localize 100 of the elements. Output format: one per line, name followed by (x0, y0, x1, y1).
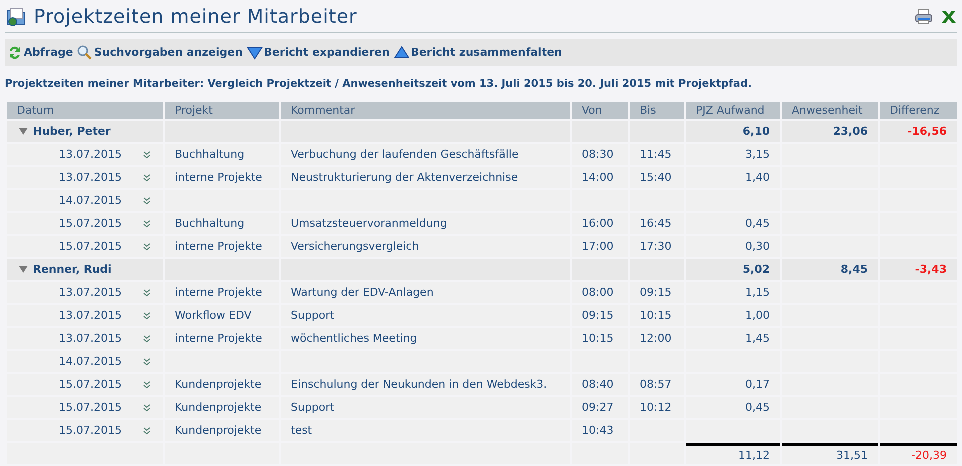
double-chevron-icon[interactable] (143, 150, 151, 158)
table-cell: Einschulung der Neukunden in den Webdesk3. (291, 378, 548, 391)
table-cell: Versicherungsvergleich (291, 240, 420, 253)
table-cell: wöchentliches Meeting (291, 332, 418, 345)
triangle-up-icon (394, 46, 410, 60)
table-cell: 8,45 (782, 259, 878, 280)
table-cell: 16:00 (582, 217, 614, 230)
triangle-down-icon[interactable] (19, 265, 28, 274)
double-chevron-icon[interactable] (143, 220, 151, 228)
folder-globe-icon (6, 7, 28, 27)
double-chevron-icon[interactable] (143, 288, 151, 296)
table-cell: -16,56 (880, 121, 957, 142)
toolbar-button[interactable]: Suchvorgaben anzeigen (77, 44, 243, 60)
double-chevron-icon[interactable] (143, 196, 151, 204)
table-cell: Buchhaltung (175, 217, 245, 230)
double-chevron-icon[interactable] (143, 358, 151, 366)
column-header: Datum (7, 102, 163, 119)
table-cell: test (291, 424, 312, 437)
table-cell: Support (291, 401, 334, 414)
double-chevron-icon[interactable] (143, 380, 151, 388)
table-cell: interne Projekte (175, 286, 262, 299)
table-cell: 0,17 (746, 378, 770, 391)
table-cell: 1,45 (746, 332, 770, 345)
table-cell: 1,40 (746, 171, 770, 184)
table-cell: Support (291, 309, 334, 322)
column-header: Bis (630, 102, 684, 119)
table-cell: Umsatzsteuervoranmeldung (291, 217, 448, 230)
employee-name: Huber, Peter (33, 124, 111, 138)
table-cell: interne Projekte (175, 332, 262, 345)
double-chevron-icon[interactable] (143, 426, 151, 434)
column-header: Von (572, 102, 628, 119)
double-chevron-icon[interactable] (143, 312, 151, 320)
table-cell: 09:15 (582, 309, 614, 322)
table-cell: 17:30 (640, 240, 672, 253)
table-cell: Kundenprojekte (175, 401, 262, 414)
date-text: 13.07.2015 (59, 148, 122, 161)
date-text: 14.07.2015 (59, 355, 122, 368)
double-chevron-icon[interactable] (143, 404, 151, 412)
table-cell: 11:45 (640, 148, 672, 161)
date-text: 15.07.2015 (59, 401, 122, 414)
table-cell: interne Projekte (175, 171, 262, 184)
triangle-down-icon[interactable] (19, 127, 28, 136)
printer-icon[interactable] (915, 9, 933, 25)
toolbar-button[interactable]: Bericht zusammenfalten (394, 46, 562, 60)
column-header: Anwesenheit (782, 102, 878, 119)
table-cell: 0,45 (746, 217, 770, 230)
date-text: 15.07.2015 (59, 378, 122, 391)
date-text: 15.07.2015 (59, 217, 122, 230)
date-text: 15.07.2015 (59, 240, 122, 253)
page-title: Projektzeiten meiner Mitarbeiter (34, 6, 358, 28)
date-text: 13.07.2015 (59, 286, 122, 299)
table-cell: 5,02 (686, 259, 780, 280)
total-cell: 31,51 (782, 443, 878, 464)
toolbar-button[interactable]: Abfrage (7, 44, 74, 60)
date-text: 15.07.2015 (59, 424, 122, 437)
refresh-arrows-icon (7, 44, 23, 60)
column-header: Kommentar (281, 102, 570, 119)
triangle-down-icon (246, 46, 263, 60)
table-cell: 3,15 (746, 148, 770, 161)
table-cell: Buchhaltung (175, 148, 245, 161)
table-cell: Neustrukturierung der Aktenverzeichnise (291, 171, 518, 184)
report-caption: Projektzeiten meiner Mitarbeiter: Vergleich Projektzeit / Anwesenheitszeit vom 13. Juli 2015 bis 20. Juli 2015 mit Projektpfad. (5, 78, 753, 90)
column-header: Projekt (165, 102, 279, 119)
toolbar-button[interactable]: Bericht expandieren (246, 46, 390, 60)
table-cell: interne Projekte (175, 240, 262, 253)
column-header: Differenz (880, 102, 957, 119)
table-cell: 10:15 (640, 309, 672, 322)
table-cell: 0,30 (746, 240, 770, 253)
double-chevron-icon[interactable] (143, 242, 151, 250)
table-cell: 6,10 (686, 121, 780, 142)
table-cell: 09:27 (582, 401, 614, 414)
date-text: 13.07.2015 (59, 332, 122, 345)
table-cell: 12:00 (640, 332, 672, 345)
table-cell: 23,06 (782, 121, 878, 142)
date-text: 13.07.2015 (59, 171, 122, 184)
table-cell: 1,00 (746, 309, 770, 322)
date-text: 14.07.2015 (59, 194, 122, 207)
employee-name: Renner, Rudi (33, 262, 112, 276)
table-cell: 10:12 (640, 401, 672, 414)
table-cell: 08:00 (582, 286, 614, 299)
table-cell: 1,15 (746, 286, 770, 299)
double-chevron-icon[interactable] (143, 174, 151, 182)
total-cell: 11,12 (686, 443, 780, 464)
table-cell: Wartung der EDV-Anlagen (291, 286, 434, 299)
table-cell: 10:15 (582, 332, 614, 345)
table-cell: 0,45 (746, 401, 770, 414)
table-cell: Kundenprojekte (175, 424, 262, 437)
spreadsheet-icon[interactable] (941, 9, 957, 25)
table-cell: Workflow EDV (175, 309, 252, 322)
table-cell: 08:57 (640, 378, 672, 391)
table-cell: 14:00 (582, 171, 614, 184)
table-cell: Kundenprojekte (175, 378, 262, 391)
table-cell: -3,43 (880, 259, 957, 280)
table-cell: 16:45 (640, 217, 672, 230)
search-icon (77, 44, 94, 60)
table-cell: 08:30 (582, 148, 614, 161)
table-cell: 09:15 (640, 286, 672, 299)
column-header: PJZ Aufwand (686, 102, 780, 119)
double-chevron-icon[interactable] (143, 334, 151, 342)
table-cell: Verbuchung der laufenden Geschäftsfälle (291, 148, 519, 161)
